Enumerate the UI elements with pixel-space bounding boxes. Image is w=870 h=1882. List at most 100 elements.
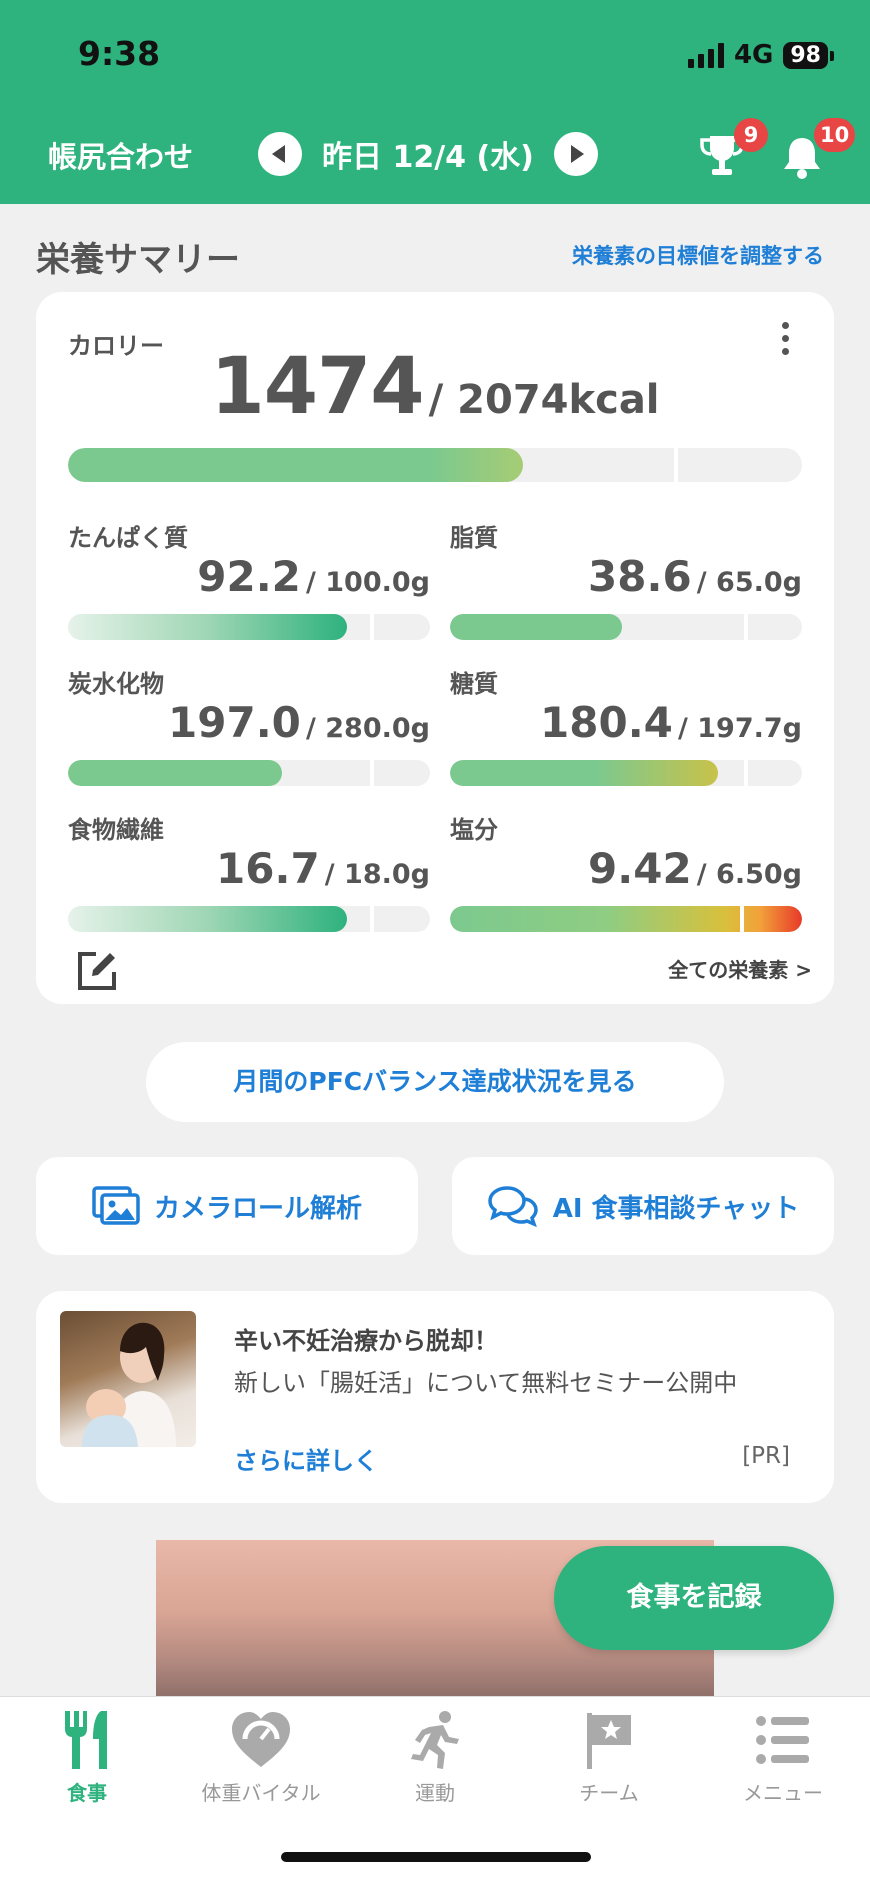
nutrition-summary-card: カロリー 1474 / 2074kcal たんぱく質 92.2 / 100.0g… — [36, 292, 834, 1004]
nutrient-target-tick — [744, 614, 748, 640]
pfc-balance-button[interactable]: 月間のPFCバランス達成状況を見る — [146, 1042, 724, 1122]
notification-badge: 10 — [814, 118, 856, 152]
nutrient-progress-fill — [450, 906, 802, 932]
ad-pr-label: [PR] — [742, 1443, 790, 1469]
nutrient-target-tick — [740, 906, 744, 932]
header-title[interactable]: 帳尻合わせ — [48, 134, 193, 176]
tab-label: 食事 — [67, 1781, 107, 1805]
fork-knife-icon — [65, 1711, 107, 1769]
tab-team[interactable]: チーム — [522, 1709, 696, 1806]
nutrient-target-tick — [370, 906, 374, 932]
nutrient-target: / 65.0g — [696, 567, 802, 598]
status-indicators: 4G 98 — [687, 40, 834, 70]
trophy-badge: 9 — [734, 118, 768, 152]
adjust-targets-link[interactable]: 栄養素の目標値を調整する — [572, 240, 824, 270]
nutrient-progress-fill — [68, 614, 347, 640]
heart-scale-icon — [232, 1712, 290, 1767]
nutrient-target: / 280.0g — [306, 713, 430, 744]
ad-banner[interactable]: 辛い不妊治療から脱却！ 新しい「腸妊活」について無料セミナー公開中 さらに詳しく… — [36, 1291, 834, 1503]
nutrient-sugar: 糖質 180.4 / 197.7g — [450, 664, 802, 786]
next-day-button[interactable] — [553, 132, 598, 176]
nutrient-amount: 16.7 — [216, 844, 320, 893]
nutrient-fat: 脂質 38.6 / 65.0g — [450, 518, 802, 640]
status-time: 9:38 — [78, 34, 161, 73]
nutrient-progress-bar — [450, 614, 802, 640]
nutrient-value: 197.0 / 280.0g — [168, 698, 430, 747]
nutrient-progress-bar — [450, 906, 802, 932]
chevron-right-icon — [570, 145, 584, 163]
tab-label: チーム — [579, 1781, 639, 1805]
calorie-consumed: 1474 — [210, 342, 424, 432]
nutrient-progress-fill — [450, 760, 718, 786]
tab-exercise[interactable]: 運動 — [348, 1709, 522, 1806]
nutrient-target-tick — [744, 760, 748, 786]
nutrient-salt: 塩分 9.42 / 6.50g — [450, 810, 802, 932]
trophy-button[interactable]: 9 — [696, 118, 768, 182]
ad-image — [60, 1311, 196, 1447]
nutrient-label: 脂質 — [450, 524, 498, 552]
signal-icon — [687, 42, 724, 68]
ai-chat-button[interactable]: AI 食事相談チャット — [452, 1157, 834, 1255]
calorie-target: / 2074kcal — [428, 377, 660, 423]
tab-meal[interactable]: 食事 — [0, 1709, 174, 1806]
summary-title: 栄養サマリー — [36, 240, 240, 280]
nutrient-value: 38.6 / 65.0g — [588, 552, 802, 601]
nutrient-protein: たんぱく質 92.2 / 100.0g — [68, 518, 430, 640]
ad-subtitle: 新しい「腸妊活」について無料セミナー公開中 — [234, 1369, 738, 1397]
calorie-value: 1474 / 2074kcal — [36, 342, 834, 432]
tab-label: 体重バイタル — [201, 1781, 321, 1805]
network-type: 4G — [733, 40, 774, 70]
flag-icon — [587, 1713, 631, 1769]
nutrient-label: 糖質 — [450, 670, 498, 698]
home-indicator — [281, 1852, 591, 1862]
nutrient-target: / 6.50g — [696, 859, 802, 890]
photo-gallery-icon — [92, 1186, 140, 1225]
nutrient-amount: 197.0 — [168, 698, 301, 747]
calorie-target-tick — [674, 448, 678, 482]
nutrient-label: たんぱく質 — [68, 524, 188, 552]
nutrient-progress-bar — [68, 760, 430, 786]
app-header: 9:38 4G 98 帳尻合わせ 昨日 12/4 (水) 9 10 — [0, 0, 870, 204]
nutrient-value: 9.42 / 6.50g — [588, 844, 802, 893]
running-icon — [411, 1711, 459, 1769]
nutrient-amount: 9.42 — [588, 844, 692, 893]
battery-icon: 98 — [783, 41, 834, 69]
tab-label: 運動 — [415, 1781, 455, 1805]
nutrient-label: 塩分 — [450, 816, 498, 844]
camera-roll-label: カメラロール解析 — [153, 1193, 362, 1224]
nutrient-progress-fill — [450, 614, 623, 640]
prev-day-button[interactable] — [258, 132, 302, 176]
nutrient-progress-bar — [450, 760, 802, 786]
date-navigator: 昨日 12/4 (水) — [258, 132, 598, 176]
calorie-progress-fill — [68, 448, 524, 482]
camera-roll-button[interactable]: カメラロール解析 — [36, 1157, 418, 1255]
nutrient-progress-fill — [68, 760, 282, 786]
tab-label: メニュー — [743, 1781, 823, 1805]
nutrient-fiber: 食物繊維 16.7 / 18.0g — [68, 810, 430, 932]
nutrient-target: / 100.0g — [306, 567, 430, 598]
nutrient-value: 92.2 / 100.0g — [197, 552, 430, 601]
nutrient-label: 炭水化物 — [68, 670, 164, 698]
nutrient-target-tick — [370, 760, 374, 786]
record-meal-button[interactable]: 食事を記録 — [554, 1546, 834, 1650]
nutrient-progress-bar — [68, 614, 430, 640]
nutrient-label: 食物繊維 — [68, 816, 164, 844]
ad-title: 辛い不妊治療から脱却！ — [234, 1327, 498, 1355]
all-nutrients-link[interactable]: 全ての栄養素 > — [668, 954, 812, 983]
nutrient-target: / 197.7g — [678, 713, 802, 744]
tab-weight-vital[interactable]: 体重バイタル — [174, 1709, 348, 1806]
nutrient-amount: 180.4 — [540, 698, 673, 747]
notification-button[interactable]: 10 — [776, 118, 856, 182]
current-date[interactable]: 昨日 12/4 (水) — [322, 132, 534, 176]
nutrient-target: / 18.0g — [324, 859, 430, 890]
nutrient-carbohydrate: 炭水化物 197.0 / 280.0g — [68, 664, 430, 786]
tab-menu[interactable]: メニュー — [696, 1709, 870, 1806]
ai-chat-label: AI 食事相談チャット — [552, 1193, 800, 1224]
menu-list-icon — [756, 1716, 809, 1764]
ad-more-link[interactable]: さらに詳しく — [234, 1441, 378, 1476]
chat-bubbles-icon — [487, 1186, 538, 1227]
edit-icon[interactable] — [74, 948, 120, 994]
nutrient-amount: 92.2 — [197, 552, 301, 601]
nutrient-target-tick — [370, 614, 374, 640]
nutrient-progress-bar — [68, 906, 430, 932]
